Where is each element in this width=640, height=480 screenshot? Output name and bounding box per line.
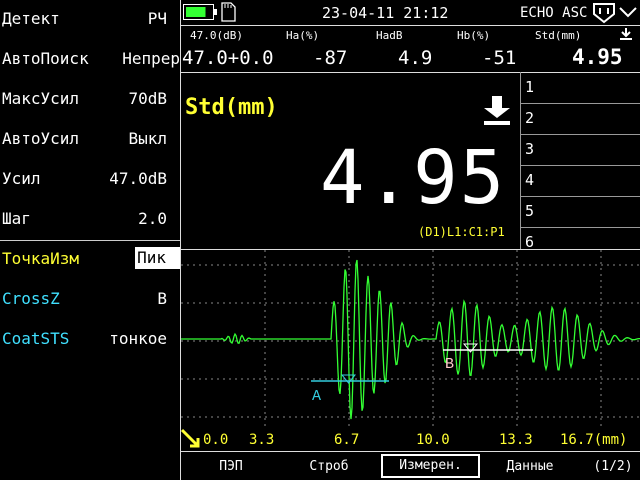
measure-value: 47.0+0.0: [182, 47, 274, 69]
menu-value: Выкл: [128, 129, 167, 148]
slot-number: 3: [525, 140, 535, 158]
hold-arrow-icon: [484, 96, 510, 125]
datetime: 23-04-11 21:12: [322, 4, 449, 22]
menu-label: CoatSTS: [2, 329, 70, 348]
measure-value: -87: [313, 47, 348, 69]
battery-icon: [183, 4, 217, 20]
measure-header: Hb(%): [457, 29, 491, 42]
menu-item-step[interactable]: Шаг 2.0: [0, 200, 180, 240]
channel-info: (D1)L1:C1:P1: [418, 225, 505, 239]
menu-item-auto-gain[interactable]: АвтоУсил Выкл: [0, 120, 180, 160]
measure-value: 4.9: [398, 47, 433, 69]
measure-header: HadB: [376, 29, 403, 42]
axis-tick: 10.0: [416, 432, 450, 448]
axis-tick: 6.7: [334, 432, 360, 448]
divider: [181, 451, 640, 452]
measure-header: 47.0(dB): [190, 29, 243, 42]
axis-tick: 16.7(mm): [560, 432, 628, 448]
menu-label: Усил: [2, 169, 41, 188]
settings-menu: Детект РЧ АвтоПоиск Непрер МаксУсил 70dB…: [0, 0, 180, 350]
menu-item-coat-sts[interactable]: CoatSTS тонкое: [0, 320, 180, 360]
menu-item-max-gain[interactable]: МаксУсил 70dB: [0, 80, 180, 120]
result-slot[interactable]: 5: [521, 196, 640, 228]
menu-value: РЧ: [147, 9, 167, 28]
result-slot[interactable]: 3: [521, 134, 640, 166]
memory-card-icon: [221, 2, 236, 22]
page-indicator[interactable]: (1/2): [588, 456, 638, 478]
menu-value: 47.0dB: [109, 169, 167, 188]
menu-value: Непрер: [122, 49, 180, 68]
tab-measure[interactable]: Измерен.: [381, 454, 480, 478]
tab-probe[interactable]: ПЭП: [196, 456, 266, 478]
menu-value: 2.0: [138, 209, 167, 228]
echo-waveform: [181, 259, 640, 420]
axis-tick: 3.3: [249, 432, 275, 448]
slot-number: 2: [525, 109, 535, 127]
menu-value-selected[interactable]: Пик: [135, 247, 180, 269]
menu-value: В: [157, 289, 167, 308]
gate-b-label: B: [445, 356, 454, 373]
menu-item-detect[interactable]: Детект РЧ: [0, 0, 180, 40]
menu-label: Детект: [2, 9, 60, 28]
ascan-display[interactable]: A B: [181, 250, 640, 430]
tab-gate[interactable]: Строб: [294, 456, 364, 478]
signal-icon: [619, 7, 637, 18]
menu-label: МаксУсил: [2, 89, 80, 108]
gate-a-label: A: [312, 388, 321, 405]
slot-number: 5: [525, 202, 535, 220]
result-slot[interactable]: 1: [521, 72, 640, 104]
menu-item-crossz[interactable]: CrossZ В: [0, 280, 180, 320]
measure-value: -51: [482, 47, 517, 69]
menu-item-autosearch[interactable]: АвтоПоиск Непрер: [0, 40, 180, 80]
cursor-arrow-icon: [180, 428, 200, 448]
menu-label: АвтоПоиск: [2, 49, 89, 68]
menu-value: 70dB: [128, 89, 167, 108]
measure-header: Std(mm): [535, 29, 582, 42]
slot-number: 1: [525, 78, 535, 96]
probe-icon: [593, 3, 615, 24]
menu-item-measure-point[interactable]: ТочкаИзм Пик: [0, 240, 180, 280]
hold-icon: [620, 28, 632, 40]
slot-number: 4: [525, 171, 535, 189]
divider: [181, 25, 640, 26]
menu-label: Шаг: [2, 209, 31, 228]
result-slot[interactable]: 4: [521, 165, 640, 197]
result-slot[interactable]: 2: [521, 103, 640, 135]
primary-value: 4.95: [320, 135, 507, 221]
menu-label: ТочкаИзм: [2, 249, 80, 268]
tab-data[interactable]: Данные: [494, 456, 566, 478]
axis-tick: 0.0: [203, 432, 229, 448]
menu-item-gain[interactable]: Усил 47.0dB: [0, 160, 180, 200]
axis-tick: 13.3: [499, 432, 533, 448]
menu-value: тонкое: [109, 329, 167, 348]
measure-header: Ha(%): [286, 29, 320, 42]
menu-label: CrossZ: [2, 289, 60, 308]
mode-label: ECHO ASC: [520, 5, 588, 21]
primary-label: Std(mm): [185, 95, 278, 120]
menu-label: АвтоУсил: [2, 129, 80, 148]
measure-value-primary: 4.95: [572, 45, 623, 69]
